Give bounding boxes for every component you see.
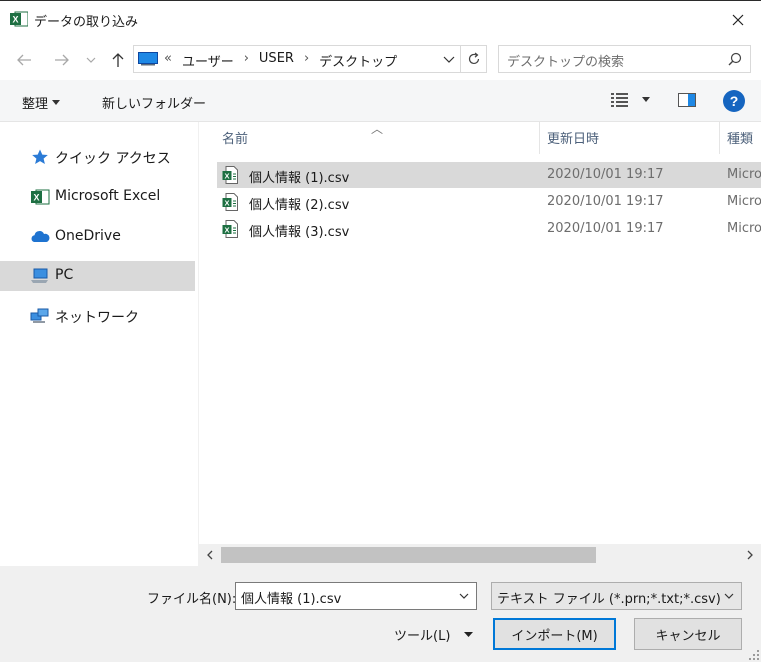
arrow-left-icon: [17, 54, 31, 66]
breadcrumb-separator[interactable]: ›: [304, 51, 309, 70]
horizontal-scrollbar[interactable]: [199, 544, 761, 566]
computer-icon: [31, 268, 48, 283]
breadcrumb-users[interactable]: ユーザー: [182, 51, 234, 70]
title-bar: X データの取り込み: [0, 0, 761, 38]
file-type: Micro: [727, 221, 761, 236]
file-type-value: テキスト ファイル (*.prn;*.txt;*.csv): [497, 592, 721, 607]
file-name: 個人情報 (2).csv: [249, 198, 350, 213]
chevron-down-icon: [86, 57, 96, 63]
svg-text:X: X: [33, 193, 39, 203]
command-bar: 整理 新しいフォルダー ?: [0, 80, 761, 122]
column-header-name[interactable]: 名前: [222, 128, 248, 147]
import-button[interactable]: インポート(M): [493, 618, 616, 650]
file-date: 2020/10/01 19:17: [547, 167, 664, 182]
arrow-up-icon: [112, 53, 124, 67]
search-icon[interactable]: [728, 52, 742, 66]
svg-text:X: X: [224, 225, 229, 234]
address-field[interactable]: « ユーザー › USER › デスクトップ: [133, 45, 461, 73]
excel-csv-file-icon: X: [222, 193, 238, 211]
svg-text:X: X: [224, 171, 229, 180]
recent-locations-button[interactable]: [84, 50, 98, 70]
scroll-right-icon[interactable]: [743, 548, 757, 562]
tools-button[interactable]: ツール(L): [394, 625, 474, 644]
sidebar-item-label: OneDrive: [55, 228, 121, 244]
refresh-icon: [468, 52, 479, 65]
breadcrumb-user[interactable]: USER: [259, 51, 294, 70]
caret-down-icon[interactable]: [642, 97, 650, 102]
sort-ascending-icon: ︿: [371, 122, 384, 136]
up-button[interactable]: [108, 50, 128, 70]
sidebar-item-label: PC: [55, 267, 74, 283]
file-type: Micro: [727, 194, 761, 209]
organize-button[interactable]: 整理: [22, 93, 61, 112]
breadcrumb: « ユーザー › USER › デスクトップ: [164, 51, 397, 70]
cancel-button[interactable]: キャンセル: [634, 618, 742, 650]
chevron-down-icon[interactable]: [442, 52, 456, 66]
organize-label: 整理: [22, 97, 49, 112]
column-separator[interactable]: [539, 122, 540, 154]
breadcrumb-separator[interactable]: ›: [244, 51, 249, 70]
cloud-icon: [31, 231, 50, 242]
view-details-icon[interactable]: [611, 93, 629, 107]
sidebar-item-microsoft-excel[interactable]: X Microsoft Excel: [0, 182, 195, 212]
svg-text:X: X: [224, 198, 229, 207]
dialog-footer: ファイル名(N): 個人情報 (1).csv テキスト ファイル (*.prn;…: [0, 566, 761, 662]
excel-csv-file-icon: X: [222, 166, 238, 184]
preview-pane-icon[interactable]: [678, 93, 696, 107]
sidebar-item-quick-access[interactable]: クイック アクセス: [0, 142, 195, 172]
excel-icon: X: [10, 11, 28, 27]
excel-icon: X: [31, 189, 50, 205]
new-folder-button[interactable]: 新しいフォルダー: [102, 93, 206, 112]
arrow-right-icon: [55, 54, 69, 66]
network-icon: [30, 308, 49, 323]
column-header-date[interactable]: 更新日時: [547, 128, 599, 147]
file-type: Micro: [727, 167, 761, 182]
address-bar-row: « ユーザー › USER › デスクトップ デスクトップの検索: [0, 38, 761, 80]
breadcrumb-overflow[interactable]: «: [164, 51, 172, 70]
excel-csv-file-icon: X: [222, 220, 238, 238]
close-icon: [732, 14, 744, 25]
scroll-left-icon[interactable]: [203, 548, 217, 562]
filename-label: ファイル名(N):: [147, 592, 237, 607]
navigation-pane: クイック アクセス X Microsoft Excel OneDrive PC …: [0, 122, 198, 566]
filename-input[interactable]: 個人情報 (1).csv: [235, 582, 477, 610]
forward-button[interactable]: [52, 50, 72, 70]
file-date: 2020/10/01 19:17: [547, 221, 664, 236]
window-title: データの取り込み: [34, 15, 139, 30]
refresh-button[interactable]: [461, 45, 487, 73]
chevron-down-icon[interactable]: [458, 590, 470, 602]
file-name: 個人情報 (1).csv: [249, 171, 350, 186]
column-header-type[interactable]: 種類: [727, 128, 753, 147]
tools-label: ツール(L): [394, 629, 451, 644]
filename-value: 個人情報 (1).csv: [241, 592, 342, 607]
column-separator[interactable]: [719, 122, 720, 154]
sidebar-item-label: ネットワーク: [55, 310, 139, 326]
file-row[interactable]: X 個人情報 (3).csv 2020/10/01 19:17 Micro: [217, 216, 761, 242]
file-list: ︿ 名前 更新日時 種類 X 個人情報 (1).csv 2020/10/01 1…: [199, 122, 761, 544]
chevron-down-icon: [724, 593, 734, 599]
caret-down-icon: [52, 100, 61, 105]
file-row[interactable]: X 個人情報 (2).csv 2020/10/01 19:17 Micro: [217, 189, 761, 215]
resize-grip-icon[interactable]: [749, 650, 759, 660]
file-type-select[interactable]: テキスト ファイル (*.prn;*.txt;*.csv): [491, 582, 742, 610]
scrollbar-thumb[interactable]: [221, 547, 596, 563]
svg-text:X: X: [12, 15, 18, 25]
close-button[interactable]: [715, 1, 761, 38]
breadcrumb-desktop[interactable]: デスクトップ: [319, 51, 397, 70]
file-row[interactable]: X 個人情報 (1).csv 2020/10/01 19:17 Micro: [217, 162, 761, 188]
search-placeholder: デスクトップの検索: [507, 55, 625, 70]
search-box[interactable]: デスクトップの検索: [498, 45, 751, 73]
help-icon[interactable]: ?: [723, 90, 745, 112]
back-button[interactable]: [14, 50, 34, 70]
sidebar-item-onedrive[interactable]: OneDrive: [0, 222, 195, 252]
sidebar-item-network[interactable]: ネットワーク: [0, 301, 195, 331]
desktop-icon: [138, 52, 158, 66]
sidebar-item-label: Microsoft Excel: [55, 188, 161, 204]
file-date: 2020/10/01 19:17: [547, 194, 664, 209]
caret-down-icon: [464, 632, 474, 637]
file-name: 個人情報 (3).csv: [249, 225, 350, 240]
sidebar-item-pc[interactable]: PC: [0, 261, 195, 291]
star-icon: [32, 149, 48, 164]
sidebar-item-label: クイック アクセス: [55, 151, 171, 167]
